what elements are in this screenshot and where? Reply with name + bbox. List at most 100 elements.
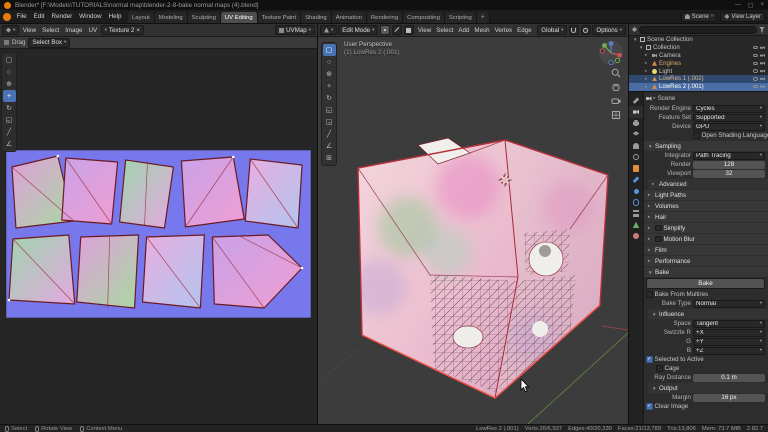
expand-icon[interactable]: ▸: [645, 76, 650, 82]
outliner-row-light[interactable]: ▸ Light: [629, 67, 768, 75]
vp-menu-vertex[interactable]: Vertex: [492, 27, 515, 34]
render-visibility-icon[interactable]: [760, 53, 765, 58]
add-workspace-button[interactable]: +: [476, 12, 490, 23]
expand-icon[interactable]: ▸: [645, 60, 650, 66]
vp-tool-add-cube[interactable]: ⊞: [323, 152, 336, 164]
properties-tab-scene[interactable]: [629, 140, 643, 151]
render-visibility-icon[interactable]: [760, 77, 765, 81]
render-visibility-icon[interactable]: [760, 46, 765, 50]
simplify-checkbox[interactable]: [655, 224, 662, 232]
menu-file[interactable]: File: [13, 13, 30, 20]
workspace-tab-shading[interactable]: Shading: [301, 12, 332, 23]
properties-tab-particles[interactable]: [629, 185, 643, 196]
osl-checkbox[interactable]: [693, 132, 700, 139]
menu-window[interactable]: Window: [76, 13, 105, 20]
motion-blur-checkbox[interactable]: [655, 235, 662, 243]
properties-tab-world[interactable]: [629, 151, 643, 162]
properties-tab-object[interactable]: [629, 163, 643, 174]
scene-selector[interactable]: Scene ×: [680, 11, 718, 22]
properties-tab-physics[interactable]: [629, 197, 643, 208]
vp-tool-rotate[interactable]: ↻: [323, 92, 336, 104]
face-select-mode-button[interactable]: [403, 25, 414, 35]
section-hair[interactable]: ▸ Hair: [644, 212, 768, 222]
vp-tool-select-box[interactable]: ▢: [322, 44, 336, 56]
vp-tool-move[interactable]: +: [323, 80, 336, 92]
viewport-canvas-area[interactable]: [318, 37, 628, 424]
workspace-tab-uv-editing[interactable]: UV Editing: [220, 12, 258, 23]
close-button[interactable]: ×: [760, 2, 764, 9]
outliner-row-collection[interactable]: ▼ Collection: [629, 44, 768, 52]
workspace-tab-layout[interactable]: Layout: [128, 12, 155, 23]
uv-tool-select-circle[interactable]: ○: [3, 66, 16, 78]
workspace-tab-texture-paint[interactable]: Texture Paint: [257, 12, 302, 23]
uv-tool-annotate[interactable]: ╱: [3, 126, 16, 138]
bake-type-dropdown[interactable]: Normal ▾: [693, 299, 765, 308]
vp-tool-select-circle[interactable]: ○: [323, 56, 336, 68]
clear-image-checkbox[interactable]: ✓: [646, 403, 653, 410]
viewport-canvas[interactable]: [318, 37, 628, 424]
hide-icon[interactable]: [753, 69, 758, 73]
render-visibility-icon[interactable]: [760, 61, 765, 65]
vp-tool-scale[interactable]: ◱: [323, 104, 336, 116]
section-motion-blur[interactable]: ▸ Motion Blur: [644, 234, 768, 244]
view-layer-selector[interactable]: View Layer: [720, 11, 765, 22]
section-performance[interactable]: ▸ Performance: [644, 256, 768, 266]
properties-tab-constraints[interactable]: [629, 208, 643, 219]
render-samples-field[interactable]: 128: [693, 160, 765, 169]
expand-icon[interactable]: ▼: [639, 45, 644, 50]
uv-menu-view[interactable]: View: [20, 27, 38, 34]
section-advanced[interactable]: ▸ Advanced: [648, 179, 768, 189]
properties-tab-tool[interactable]: [629, 95, 643, 106]
uv-tool-rotate[interactable]: ↻: [3, 102, 16, 114]
outliner-row-lowres-1[interactable]: ▸ LowRes 1 (.002): [629, 74, 768, 83]
uv-tool-move[interactable]: +: [2, 90, 16, 102]
section-sampling[interactable]: ▼ Sampling: [644, 141, 768, 151]
proportional-edit-icon[interactable]: [580, 25, 591, 35]
pan-hand-icon[interactable]: [611, 82, 621, 92]
vp-tool-measure[interactable]: ∠: [323, 140, 336, 152]
feature-set-dropdown[interactable]: Supported ▾: [693, 113, 765, 122]
outliner-search-input[interactable]: [639, 25, 757, 34]
integrator-dropdown[interactable]: Path Tracing ▾: [693, 151, 765, 160]
section-light-paths[interactable]: ▸ Light Paths: [644, 190, 768, 200]
section-output[interactable]: ▼ Output: [648, 383, 768, 393]
uv-menu-uv[interactable]: UV: [86, 27, 100, 34]
properties-tab-modifiers[interactable]: [629, 174, 643, 185]
blender-app-menu-icon[interactable]: [3, 12, 11, 21]
workspace-tab-sculpting[interactable]: Sculpting: [187, 12, 221, 23]
space-dropdown[interactable]: Tangent ▾: [693, 319, 765, 328]
workspace-tab-rendering[interactable]: Rendering: [366, 12, 404, 23]
outliner-row-engines[interactable]: ▸ Engines: [629, 59, 768, 67]
edge-select-mode-button[interactable]: [391, 25, 402, 35]
device-dropdown[interactable]: GPU ▾: [693, 122, 765, 131]
section-simplify[interactable]: ▸ Simplify: [644, 223, 768, 233]
workspace-tab-compositing[interactable]: Compositing: [403, 12, 445, 23]
minimize-button[interactable]: —: [735, 2, 741, 9]
vp-menu-mesh[interactable]: Mesh: [472, 27, 492, 34]
zoom-icon[interactable]: [611, 68, 621, 78]
swizzle-g-dropdown[interactable]: +Y ▾: [693, 337, 765, 346]
render-engine-dropdown[interactable]: Cycles ▾: [693, 104, 765, 113]
navigation-gizmo[interactable]: [598, 40, 624, 68]
expand-icon[interactable]: ▸: [645, 68, 650, 74]
outliner-row-camera[interactable]: ▸ Camera: [629, 52, 768, 60]
hide-icon[interactable]: [753, 61, 758, 66]
properties-tab-view-layer[interactable]: [629, 129, 643, 140]
workspace-tab-modeling[interactable]: Modeling: [154, 12, 188, 23]
vp-menu-add[interactable]: Add: [456, 27, 472, 34]
viewport-editor-type-button[interactable]: ▾: [320, 25, 338, 35]
scene-unlink-icon[interactable]: ×: [711, 14, 714, 19]
vertex-select-mode-button[interactable]: [379, 25, 390, 35]
vp-tool-annotate[interactable]: ╱: [323, 128, 336, 140]
uv-canvas-area[interactable]: [0, 49, 317, 424]
properties-tab-object-data[interactable]: [629, 219, 643, 230]
expand-icon[interactable]: ▸: [645, 84, 650, 90]
workspace-tab-scripting[interactable]: Scripting: [444, 12, 477, 23]
cage-checkbox[interactable]: [656, 365, 663, 372]
properties-tab-material[interactable]: [629, 231, 643, 242]
uv-menu-select[interactable]: Select: [40, 27, 62, 34]
transform-orientation-selector[interactable]: Global ▾: [537, 25, 568, 35]
vp-menu-edge[interactable]: Edge: [515, 27, 534, 34]
section-influence[interactable]: ▼ Influence: [648, 309, 768, 319]
image-selector[interactable]: ▾ Texture 2 ×: [100, 25, 144, 35]
